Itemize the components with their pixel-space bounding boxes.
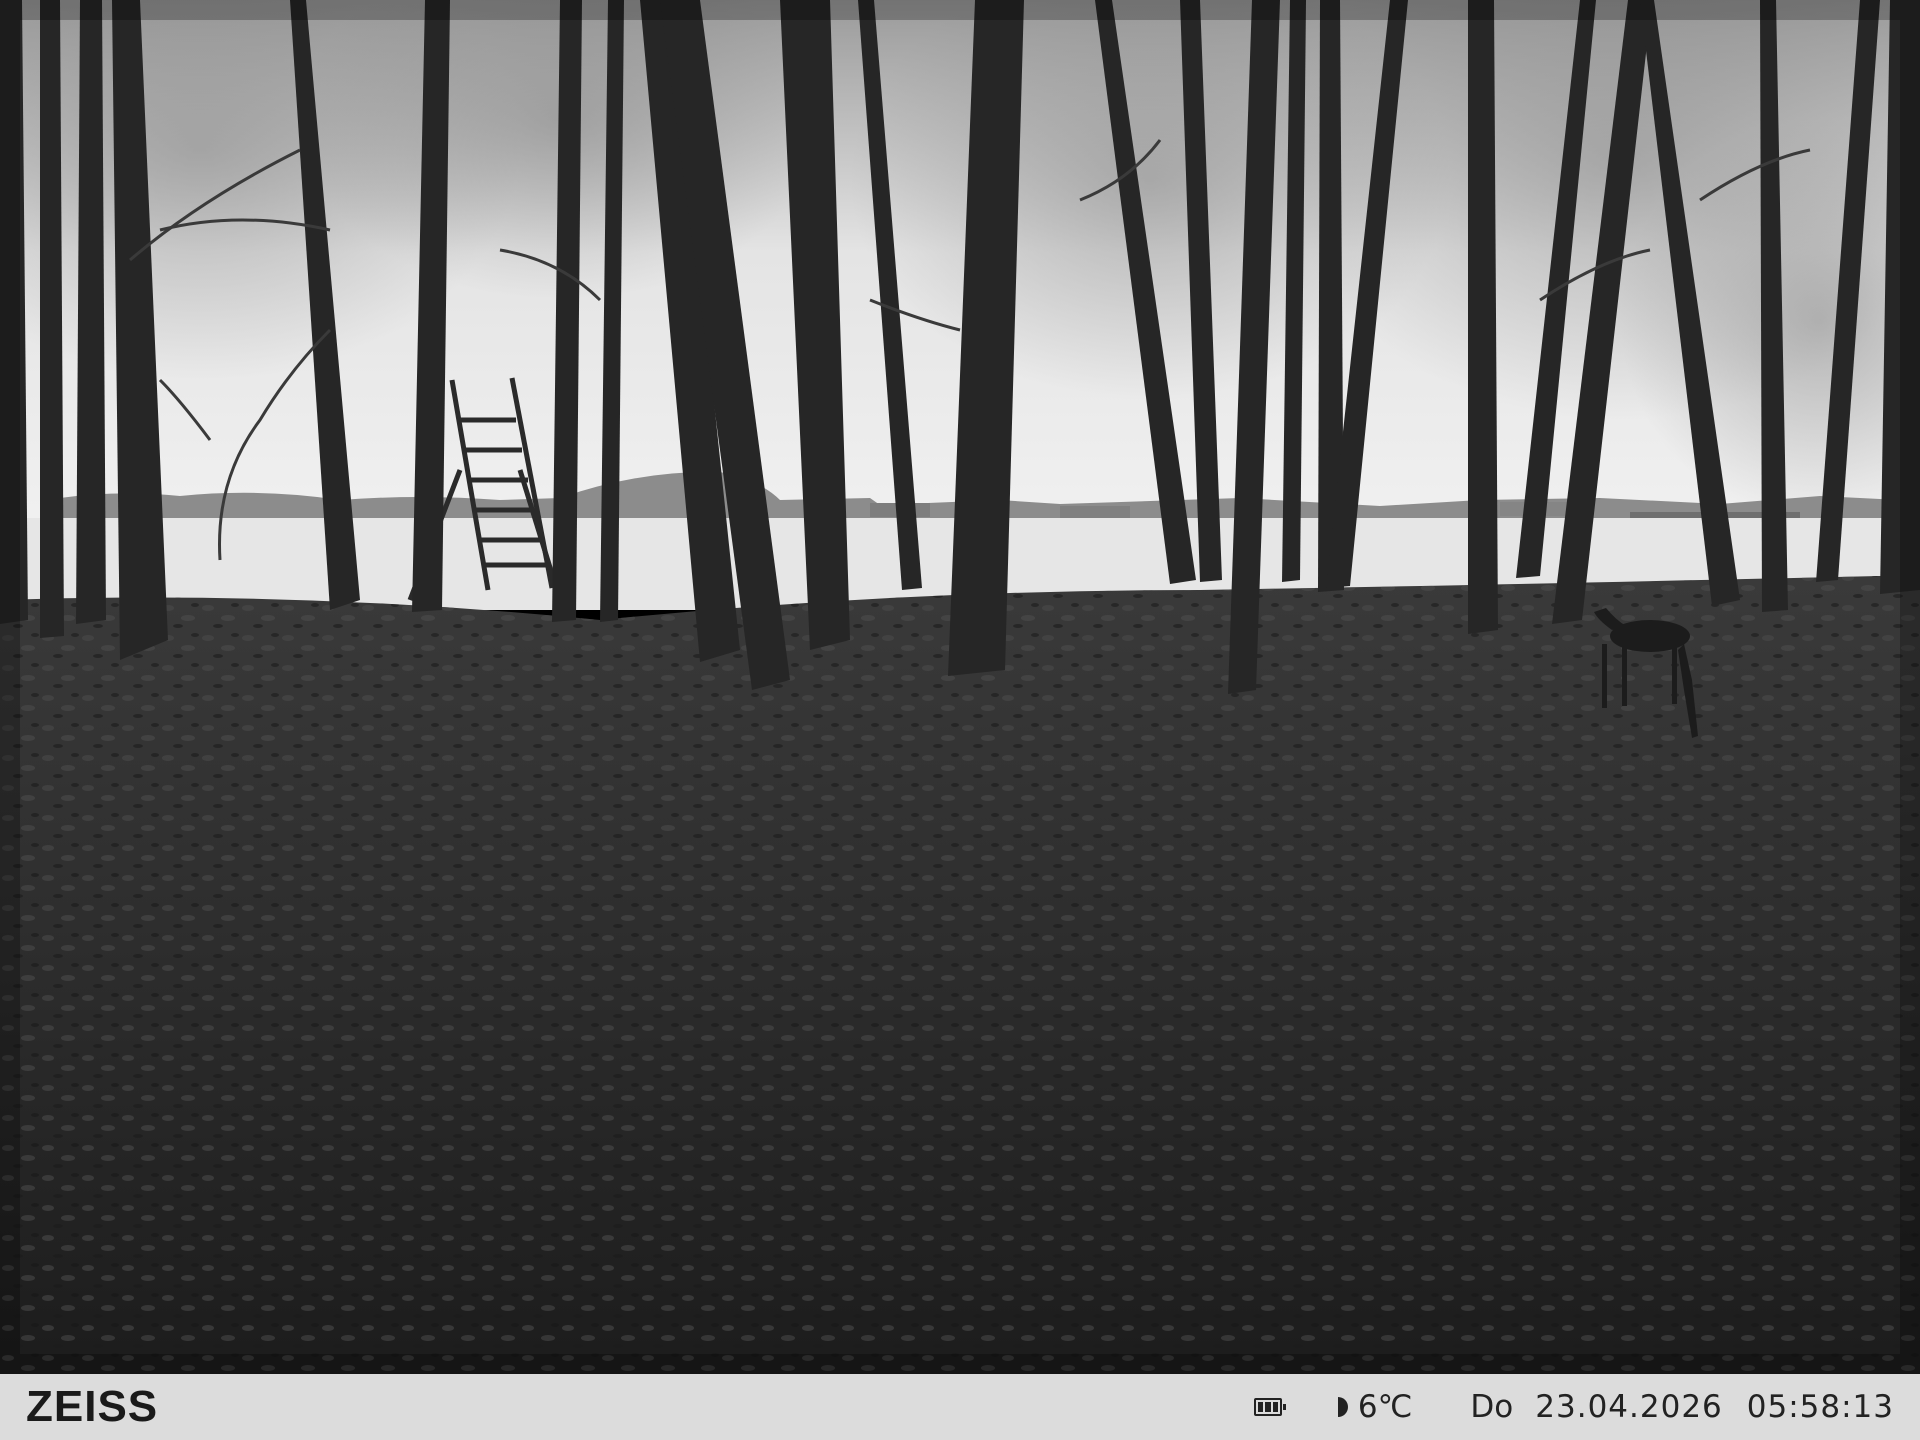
temperature-readout: 6℃	[1357, 1389, 1413, 1425]
camera-info-bar: ZEISS 6℃ Do 23.04.2026 05:58:13	[0, 1374, 1920, 1440]
battery-full-icon	[1253, 1398, 1286, 1416]
trail-camera-frame: ZEISS 6℃ Do 23.04.2026 05:58:13	[0, 0, 1920, 1440]
time-readout: 05:58:13	[1746, 1389, 1894, 1425]
weekday-readout: Do	[1470, 1389, 1514, 1425]
date-readout: 23.04.2026	[1535, 1389, 1723, 1425]
brand-logo: ZEISS	[26, 1382, 159, 1431]
forest-scene	[0, 0, 1920, 1374]
half-moon-icon	[1337, 1397, 1348, 1417]
